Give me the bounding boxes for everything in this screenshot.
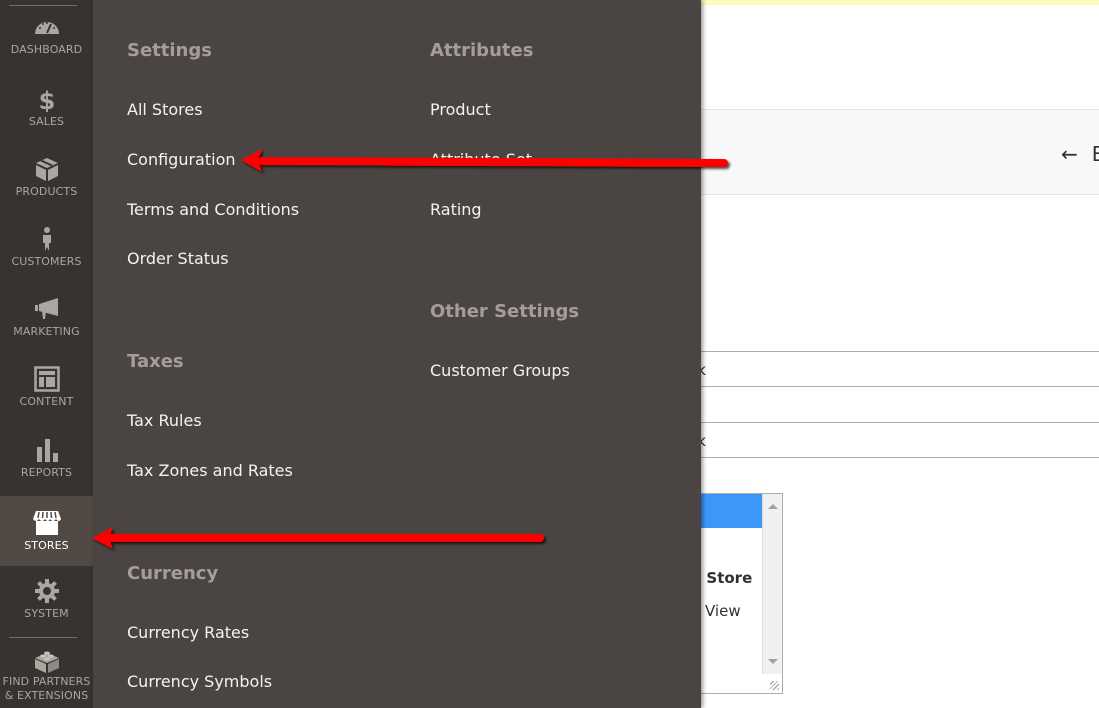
sidebar-divider — [9, 5, 77, 6]
sidebar-item-customers[interactable]: CUSTOMERS — [0, 226, 93, 296]
sidebar-item-label: SYSTEM — [24, 607, 69, 620]
notice-bar — [701, 0, 1099, 5]
megaphone-icon — [34, 298, 58, 319]
stores-flyout-menu: Settings All Stores Configuration Terms … — [93, 0, 701, 708]
sidebar-divider — [9, 637, 77, 638]
field-value: ck — [701, 432, 706, 450]
field-value: ck — [701, 361, 706, 379]
menu-link-product[interactable]: Product — [430, 100, 491, 119]
sidebar-item-label: & EXTENSIONS — [4, 689, 89, 702]
menu-link-rating[interactable]: Rating — [430, 200, 482, 219]
sidebar-item-label: DASHBOARD — [10, 43, 83, 56]
menu-link-attribute-set[interactable]: Attribute Set — [430, 150, 532, 169]
dashboard-icon — [34, 22, 59, 34]
store-view-listbox[interactable]: e Store e View — [701, 493, 783, 694]
listbox-selected-option[interactable] — [701, 494, 762, 528]
lego-brick-icon — [34, 651, 59, 673]
menu-link-currency-rates[interactable]: Currency Rates — [127, 623, 249, 642]
resize-grip-icon[interactable] — [770, 681, 779, 690]
page-actions-bar: ← B — [701, 109, 1099, 195]
storefront-icon — [32, 511, 61, 535]
menu-link-currency-symbols[interactable]: Currency Symbols — [127, 672, 272, 691]
gear-icon — [34, 579, 59, 603]
sidebar-item-label: MARKETING — [13, 325, 80, 338]
sidebar-item-label: STORES — [24, 539, 69, 552]
sidebar-item-label: FIND PARTNERS — [2, 675, 91, 688]
sidebar-item-content[interactable]: CONTENT — [0, 366, 93, 436]
listbox-scrollbar[interactable] — [762, 494, 782, 674]
listbox-option[interactable]: e View — [701, 602, 741, 620]
back-arrow-icon: ← — [1061, 142, 1078, 166]
sidebar-item-label: CUSTOMERS — [11, 255, 82, 268]
sidebar-item-dashboard[interactable]: DASHBOARD — [0, 14, 93, 84]
menu-link-customer-groups[interactable]: Customer Groups — [430, 361, 570, 380]
admin-sidebar: DASHBOARD $ SALES PRODUCTS CUSTOMERS MAR… — [0, 0, 93, 708]
sidebar-item-label: CONTENT — [19, 395, 74, 408]
box-icon — [35, 158, 58, 181]
dollar-icon: $ — [38, 87, 55, 112]
section-title-currency: Currency — [127, 563, 219, 584]
back-button-label: B — [1091, 142, 1099, 166]
form-field-row[interactable]: ck — [701, 351, 1099, 387]
sidebar-item-label: REPORTS — [20, 466, 73, 479]
menu-link-tax-rules[interactable]: Tax Rules — [127, 411, 202, 430]
back-button[interactable]: ← B — [1061, 142, 1099, 166]
bar-chart-icon — [36, 439, 58, 462]
section-title-taxes: Taxes — [127, 351, 184, 372]
scroll-up-icon[interactable] — [768, 504, 778, 509]
layout-icon — [33, 366, 60, 392]
svg-text:$: $ — [38, 87, 55, 112]
sidebar-item-stores[interactable]: STORES — [0, 496, 93, 566]
menu-link-terms-and-conditions[interactable]: Terms and Conditions — [127, 200, 299, 219]
section-title-settings: Settings — [127, 40, 212, 61]
menu-link-tax-zones-and-rates[interactable]: Tax Zones and Rates — [127, 461, 293, 480]
form-field-row[interactable]: ck — [701, 422, 1099, 458]
person-icon — [42, 227, 51, 251]
menu-link-order-status[interactable]: Order Status — [127, 249, 229, 268]
sidebar-item-sales[interactable]: $ SALES — [0, 86, 93, 156]
sidebar-item-find-partners[interactable]: FIND PARTNERS & EXTENSIONS — [0, 648, 93, 708]
menu-link-configuration[interactable]: Configuration — [127, 150, 236, 169]
listbox-option[interactable]: e Store — [701, 569, 752, 587]
sidebar-item-products[interactable]: PRODUCTS — [0, 156, 93, 226]
scroll-down-icon[interactable] — [768, 659, 778, 664]
sidebar-item-label: PRODUCTS — [15, 185, 78, 198]
sidebar-item-label: SALES — [28, 115, 65, 128]
menu-link-all-stores[interactable]: All Stores — [127, 100, 203, 119]
section-title-attributes: Attributes — [430, 40, 534, 61]
section-title-other-settings: Other Settings — [430, 301, 580, 322]
sidebar-item-marketing[interactable]: MARKETING — [0, 296, 93, 366]
